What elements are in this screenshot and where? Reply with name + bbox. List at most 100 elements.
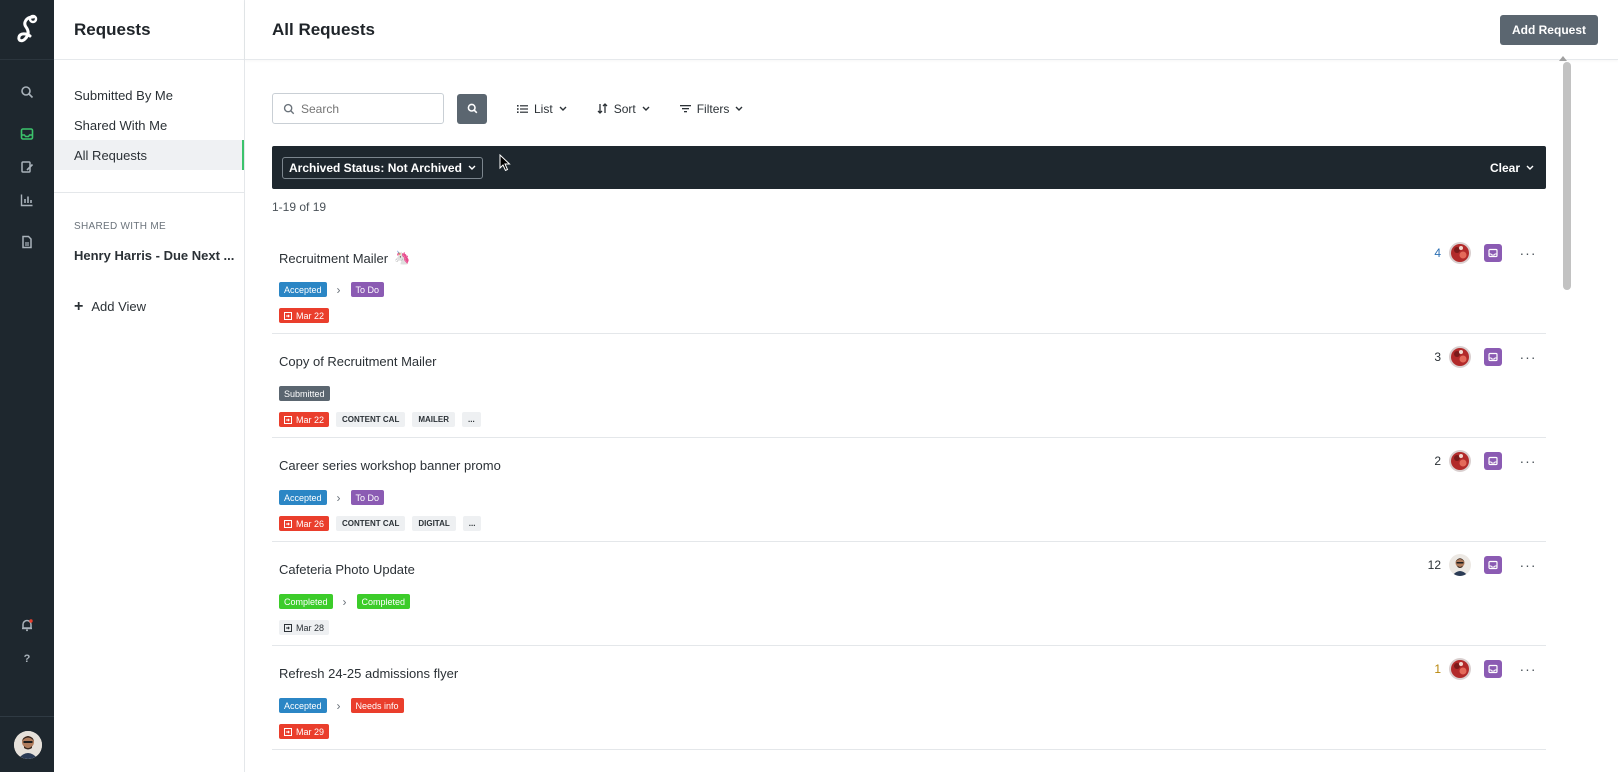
mouse-cursor-icon: [499, 154, 511, 172]
status-badge: Accepted: [279, 698, 327, 713]
due-date-icon: [284, 519, 292, 528]
edit-icon[interactable]: [17, 157, 37, 177]
status-badges: Accepted › Needs info: [279, 698, 404, 713]
inbox-icon[interactable]: [1484, 244, 1502, 262]
tag-badge[interactable]: MAILER: [412, 412, 456, 427]
page-title: All Requests: [272, 19, 375, 39]
due-date-badge: Mar 22: [279, 412, 330, 427]
more-options-icon[interactable]: ···: [1518, 558, 1538, 572]
search-icon: [283, 103, 295, 114]
inbox-icon[interactable]: [1484, 660, 1502, 678]
assignee-avatar[interactable]: [1449, 242, 1471, 264]
user-avatar[interactable]: [14, 731, 42, 759]
chevron-right-icon: ›: [336, 698, 341, 713]
status-badge: Accepted: [279, 282, 327, 297]
list-view-dropdown[interactable]: List: [517, 102, 567, 116]
assignee-avatar[interactable]: [1449, 658, 1471, 680]
more-options-icon[interactable]: ···: [1518, 662, 1538, 676]
due-date-badge: Mar 29: [279, 724, 330, 739]
bell-icon[interactable]: [17, 615, 37, 635]
sidebar-item-submitted-by-me[interactable]: Submitted By Me: [54, 80, 244, 110]
status-badge: Submitted: [279, 386, 330, 401]
sidebar-item-all-requests[interactable]: All Requests: [54, 140, 244, 170]
active-filters-bar: Archived Status: Not Archived Clear: [272, 146, 1546, 189]
sidebar-item-label: Submitted By Me: [74, 87, 173, 103]
chevron-down-icon: [468, 165, 476, 170]
inbox-icon[interactable]: [17, 124, 37, 144]
add-request-button[interactable]: Add Request: [1499, 14, 1598, 45]
due-date-icon: [284, 623, 292, 632]
row-actions: 2 ···: [1421, 450, 1538, 472]
due-date-text: Mar 28: [296, 622, 325, 633]
request-title[interactable]: Recruitment Mailer 🦄: [279, 250, 410, 266]
scroll-up-arrow[interactable]: [1559, 56, 1567, 61]
comment-count: 12: [1427, 558, 1441, 572]
request-title[interactable]: Career series workshop banner promo: [279, 458, 501, 473]
more-options-icon[interactable]: ···: [1518, 350, 1538, 364]
tag-badge[interactable]: CONTENT CAL: [336, 412, 406, 427]
add-view-label: Add View: [91, 299, 147, 314]
tag-badge[interactable]: DIGITAL: [412, 516, 456, 531]
table-row[interactable]: Cafeteria Photo Update Completed › Compl…: [272, 542, 1546, 646]
status-badges: Completed › Completed: [279, 594, 411, 609]
row-actions: 3 ···: [1421, 346, 1538, 368]
archived-status-filter-chip[interactable]: Archived Status: Not Archived: [282, 156, 483, 179]
search-icon[interactable]: [17, 82, 37, 102]
assignee-avatar[interactable]: [1449, 346, 1471, 368]
request-title[interactable]: Cafeteria Photo Update: [279, 562, 415, 577]
filters-dropdown[interactable]: Filters: [679, 102, 744, 116]
assignee-avatar[interactable]: [1449, 450, 1471, 472]
table-row[interactable]: Copy of Recruitment Mailer Submitted Mar…: [272, 334, 1546, 438]
inbox-icon[interactable]: [1484, 452, 1502, 470]
app-rail: ?: [0, 0, 54, 772]
chevron-down-icon: [559, 106, 567, 111]
clear-label: Clear: [1489, 160, 1520, 175]
tag-badge[interactable]: CONTENT CAL: [336, 516, 406, 531]
list-icon: [517, 104, 528, 113]
inbox-icon[interactable]: [1484, 556, 1502, 574]
search-box[interactable]: [272, 93, 444, 124]
toolbar: List Sort Filters: [272, 93, 743, 124]
rail-divider: [0, 716, 54, 717]
more-options-icon[interactable]: ···: [1518, 246, 1538, 260]
status-badge: To Do: [350, 282, 385, 297]
table-row[interactable]: Career series workshop banner promo Acce…: [272, 438, 1546, 542]
due-date-icon: [284, 415, 292, 424]
chevron-down-icon: [735, 106, 743, 111]
request-title[interactable]: Copy of Recruitment Mailer: [279, 354, 437, 369]
add-view-button[interactable]: + Add View: [54, 298, 244, 314]
chart-icon[interactable]: [17, 190, 37, 210]
scrollbar-thumb[interactable]: [1563, 62, 1571, 290]
tag-more-badge[interactable]: ...: [462, 516, 482, 531]
logo-icon-svg: [17, 14, 38, 42]
comment-count: 2: [1434, 454, 1441, 468]
sort-dropdown[interactable]: Sort: [597, 102, 650, 116]
status-badge: Completed: [279, 594, 333, 609]
shared-section-label: SHARED WITH ME: [74, 221, 166, 232]
shared-view-item[interactable]: Henry Harris - Due Next ...: [54, 248, 244, 263]
request-title-text: Career series workshop banner promo: [279, 458, 501, 473]
request-title[interactable]: Refresh 24-25 admissions flyer: [279, 666, 458, 681]
sidebar-item-shared-with-me[interactable]: Shared With Me: [54, 110, 244, 140]
search-icon: [467, 103, 477, 114]
inbox-icon[interactable]: [1484, 348, 1502, 366]
table-row[interactable]: Refresh 24-25 admissions flyer Accepted …: [272, 646, 1546, 750]
request-title-text: Refresh 24-25 admissions flyer: [279, 666, 459, 681]
logo-icon[interactable]: [0, 0, 54, 60]
assignee-avatar[interactable]: [1449, 554, 1471, 576]
sidebar-divider: [54, 192, 244, 193]
comment-count: 1: [1434, 662, 1441, 676]
clear-filters-button[interactable]: Clear: [1490, 161, 1534, 175]
tag-more-badge[interactable]: ...: [462, 412, 481, 427]
svg-text:?: ?: [24, 653, 31, 665]
table-row[interactable]: Recruitment Mailer 🦄 Accepted › To Do Ma…: [272, 230, 1546, 334]
sidebar-item-label: Shared With Me: [74, 117, 168, 133]
document-icon[interactable]: [17, 232, 37, 252]
search-input[interactable]: [301, 101, 431, 116]
search-button[interactable]: [457, 93, 487, 124]
due-date-text: Mar 29: [296, 726, 325, 737]
filter-icon: [679, 105, 691, 113]
more-options-icon[interactable]: ···: [1518, 454, 1538, 468]
help-icon[interactable]: ?: [17, 648, 37, 668]
due-date-badge: Mar 26: [279, 516, 330, 531]
